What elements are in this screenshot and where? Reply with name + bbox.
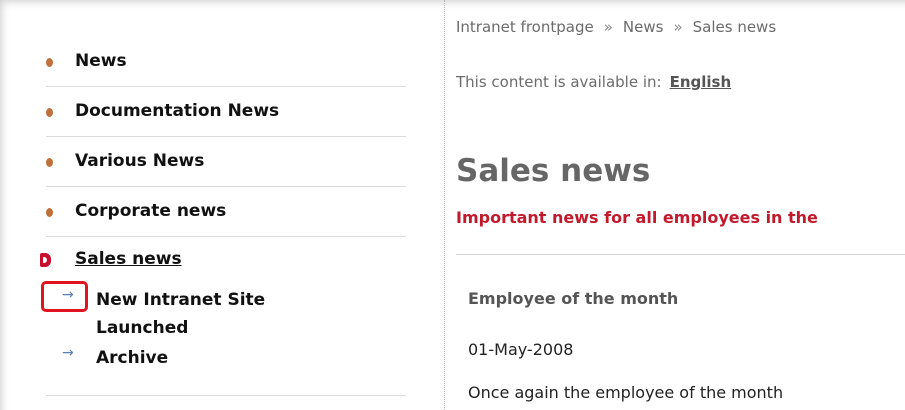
article-date: 01-May-2008: [468, 340, 574, 359]
main-content: Intranet frontpage » News » Sales news This …: [456, 0, 905, 410]
subnav-item-label[interactable]: Archive: [96, 344, 168, 372]
left-navigation: News Documentation News Various News Cor…: [0, 0, 420, 410]
nav-item-various-news[interactable]: Various News: [46, 136, 406, 187]
nav-item-label[interactable]: News: [75, 51, 127, 71]
breadcrumb-separator: »: [673, 18, 683, 36]
arrow-right-icon: →: [62, 345, 74, 361]
breadcrumb-separator: »: [603, 18, 613, 36]
nav-item-corporate-news[interactable]: Corporate news: [46, 186, 406, 237]
column-divider: [444, 0, 445, 410]
nav-current-label[interactable]: Sales news: [75, 249, 182, 269]
current-page-icon: [40, 253, 51, 267]
nav-item-label[interactable]: Various News: [75, 151, 204, 171]
bullet-icon: [46, 158, 53, 167]
nav-item-news[interactable]: News: [46, 36, 406, 87]
bullet-icon: [46, 208, 53, 217]
nav-divider: [46, 395, 406, 396]
subnav-item-label[interactable]: New Intranet Site Launched: [96, 286, 336, 342]
content-divider: [456, 254, 905, 255]
language-availability: This content is available in: English: [456, 73, 731, 91]
nav-item-documentation-news[interactable]: Documentation News: [46, 86, 406, 137]
article-body: Once again the employee of the month: [468, 383, 784, 402]
highlight-annotation: [41, 281, 88, 312]
breadcrumb-current: Sales news: [692, 18, 777, 36]
bullet-icon: [46, 108, 53, 117]
page-intro: Important news for all employees in the: [456, 208, 818, 227]
breadcrumb-link-news[interactable]: News: [623, 18, 664, 36]
nav-item-label[interactable]: Corporate news: [75, 201, 226, 221]
bullet-icon: [46, 58, 53, 67]
language-link-english[interactable]: English: [670, 73, 732, 91]
article-title[interactable]: Employee of the month: [468, 289, 678, 308]
page-title: Sales news: [456, 153, 651, 189]
breadcrumb: Intranet frontpage » News » Sales news: [456, 18, 776, 36]
language-prefix: This content is available in:: [456, 73, 662, 91]
nav-item-label[interactable]: Documentation News: [75, 101, 279, 121]
breadcrumb-link-intranet-frontpage[interactable]: Intranet frontpage: [456, 18, 594, 36]
